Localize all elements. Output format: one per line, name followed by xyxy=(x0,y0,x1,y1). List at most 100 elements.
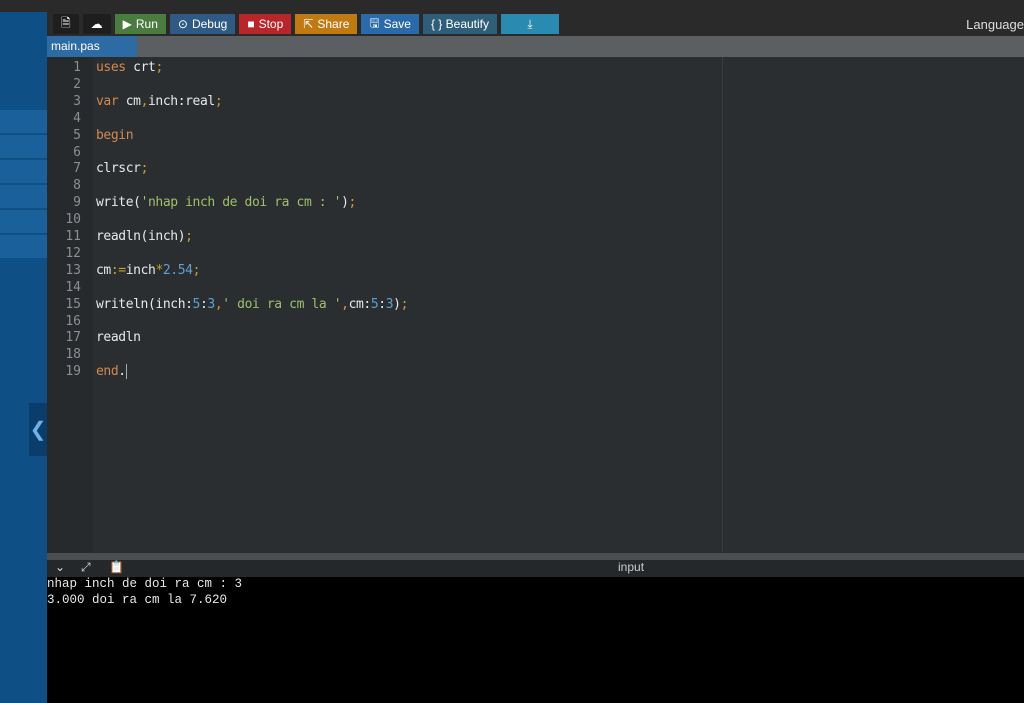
code-editor[interactable]: 1 uses crt; 2 3 var cm,inch:real; 4 5 begin 6 7 cl… xyxy=(47,57,1024,553)
share-label: Share xyxy=(317,17,350,31)
debug-icon: ⊙ xyxy=(177,17,188,31)
code-line[interactable]: uses crt; xyxy=(96,60,163,75)
text-cursor xyxy=(125,364,127,380)
file-icon: 🗎 xyxy=(61,15,71,30)
code-token: clrscr xyxy=(96,161,141,177)
line-number: 2 xyxy=(73,76,81,92)
line-number: 12 xyxy=(65,245,81,261)
expand-icon[interactable]: ⤢ xyxy=(81,560,91,575)
line-number: 3 xyxy=(73,93,81,109)
code-token: 3 xyxy=(207,296,215,312)
stop-label: Stop xyxy=(258,17,284,31)
upload-button[interactable]: ☁ xyxy=(82,14,111,34)
line-number: 10 xyxy=(65,212,81,228)
save-label: Save xyxy=(383,17,411,31)
output-header: ⌄ ⤢ 📋 input xyxy=(47,560,1024,577)
line-number: 18 xyxy=(65,347,81,363)
run-label: Run xyxy=(135,17,158,31)
code-token: ) xyxy=(393,296,401,312)
stop-button[interactable]: ■ Stop xyxy=(239,14,292,34)
debug-button[interactable]: ⊙ Debug xyxy=(169,14,236,34)
code-line[interactable]: cm:=inch*2.54; xyxy=(96,263,200,278)
download-button[interactable]: ⤓ xyxy=(501,14,560,34)
play-icon: ▶ xyxy=(122,17,132,31)
sidebar-item[interactable] xyxy=(0,210,47,234)
code-token: var xyxy=(96,93,119,109)
code-token: end xyxy=(96,364,119,380)
code-token: ; xyxy=(192,262,201,278)
share-button[interactable]: ⇱ Share xyxy=(295,14,358,34)
code-token: cm xyxy=(118,93,141,109)
line-number: 11 xyxy=(65,229,81,244)
code-line[interactable]: end. xyxy=(96,364,127,380)
chevron-left-icon: ❮ xyxy=(29,419,47,441)
input-label: input xyxy=(618,560,645,574)
line-number: 4 xyxy=(73,110,81,126)
code-line[interactable]: writeln(inch:5:3,' doi ra cm la ',cm:5:3… xyxy=(96,297,408,312)
line-number: 5 xyxy=(73,127,81,143)
sidebar-item[interactable] xyxy=(0,135,47,159)
tab-main-pas[interactable]: main.pas xyxy=(47,36,137,57)
language-selector[interactable]: Language xyxy=(966,17,1024,32)
code-token: readln(inch) xyxy=(96,229,186,244)
code-token: ' doi ra cm la ' xyxy=(222,296,342,312)
toolbar: 🗎 ☁ ▶ Run ⊙ Debug ■ Stop ⇱ Share 🖫 Save{ } Beautify… xyxy=(47,12,1024,36)
top-bar xyxy=(0,0,1024,12)
code-token: begin xyxy=(96,127,134,143)
code-token: cm xyxy=(96,262,111,278)
collapse-sidebar-button[interactable]: ❮ xyxy=(29,403,47,456)
run-button[interactable]: ▶ Run xyxy=(114,14,166,34)
save-button[interactable]: 🖫 Save xyxy=(361,14,419,34)
line-number: 1 xyxy=(73,60,81,75)
line-number: 7 xyxy=(73,161,81,177)
tab-bar: main.pas xyxy=(47,36,1024,57)
code-line[interactable]: var cm,inch:real; xyxy=(96,93,223,109)
chevron-down-icon[interactable]: ⌄ xyxy=(55,560,65,574)
debug-label: Debug xyxy=(191,17,228,31)
code-line[interactable]: write('nhap inch de doi ra cm : '); xyxy=(96,195,356,210)
code-token: inch:real xyxy=(148,93,215,109)
code-token: cm: xyxy=(348,296,372,312)
console-line: 3.000 doi ra cm la 7.620 xyxy=(47,592,228,607)
beautify-label: { } Beautify xyxy=(430,17,490,31)
sidebar-item[interactable] xyxy=(0,160,47,184)
code-token: uses xyxy=(96,60,126,75)
line-number: 8 xyxy=(73,178,81,194)
line-number: 15 xyxy=(65,296,81,312)
stop-icon: ■ xyxy=(247,17,255,31)
print-margin xyxy=(722,57,723,553)
line-number: 14 xyxy=(65,279,81,295)
code-token: ; xyxy=(140,161,149,177)
code-line[interactable]: begin xyxy=(96,127,134,143)
code-line[interactable]: readln(inch); xyxy=(96,229,193,244)
code-token: , xyxy=(341,296,349,312)
download-icon: ⤓ xyxy=(527,16,533,31)
beautify-button[interactable]: { } Beautify xyxy=(422,14,498,34)
code-token: 5 xyxy=(192,296,201,312)
clipboard-icon[interactable]: 📋 xyxy=(109,560,124,574)
code-line[interactable]: clrscr; xyxy=(96,161,148,176)
sidebar-item[interactable] xyxy=(0,235,47,259)
code-token: , xyxy=(140,93,149,109)
sidebar xyxy=(0,12,47,703)
code-token: := xyxy=(110,262,126,278)
code-token: * xyxy=(155,262,163,278)
line-number: 9 xyxy=(73,195,81,211)
code-line[interactable]: readln xyxy=(96,330,141,345)
code-token: 'nhap inch de doi ra cm : ' xyxy=(140,195,342,211)
line-number: 6 xyxy=(73,144,81,160)
code-token: 2.54 xyxy=(162,262,193,278)
code-token: readln xyxy=(96,330,141,346)
line-number: 19 xyxy=(65,364,81,380)
new-file-button[interactable]: 🗎 xyxy=(53,14,79,34)
sidebar-item[interactable] xyxy=(0,110,47,134)
code-token: ; xyxy=(214,93,223,109)
sidebar-item[interactable] xyxy=(0,185,47,209)
panel-resize-handle[interactable] xyxy=(47,553,1024,560)
code-token: inch xyxy=(125,262,156,278)
code-token: . xyxy=(118,364,126,380)
cloud-upload-icon: ☁ xyxy=(90,17,103,31)
code-token: : xyxy=(378,296,386,312)
console-output[interactable]: nhap inch de doi ra cm : 3 3.000 doi ra … xyxy=(47,577,1024,703)
code-token: ) xyxy=(341,195,349,211)
